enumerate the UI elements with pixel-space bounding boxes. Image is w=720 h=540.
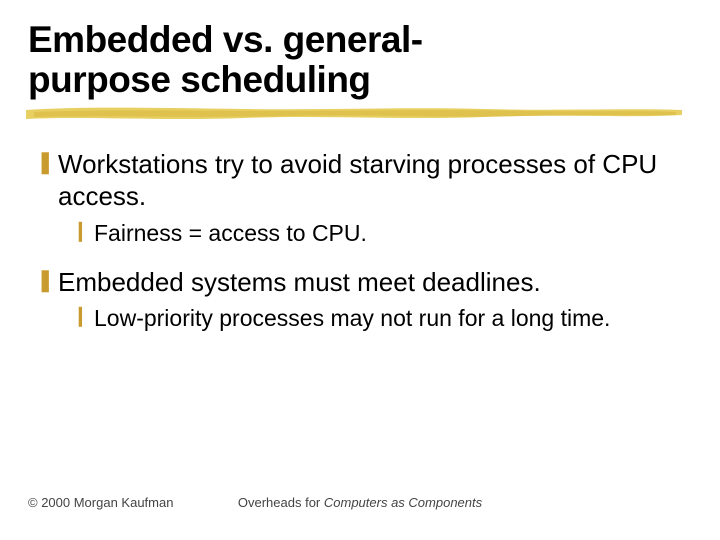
footer-center-prefix: Overheads for bbox=[238, 495, 324, 510]
title-line-2: purpose scheduling bbox=[28, 59, 371, 100]
bullet-mark-icon: ❚ bbox=[36, 148, 58, 176]
footer-center-italic: Computers as Components bbox=[324, 495, 482, 510]
bullet-level1: ❚ Embedded systems must meet deadlines. bbox=[36, 266, 692, 299]
bullet-text: Low-priority processes may not run for a… bbox=[94, 304, 610, 333]
bullet-mark-icon: ❚ bbox=[36, 266, 58, 294]
bullet-mark-icon: ❙ bbox=[72, 219, 94, 244]
footer-spacer bbox=[492, 495, 692, 512]
bullet-text: Workstations try to avoid starving proce… bbox=[58, 148, 672, 213]
bullet-mark-icon: ❙ bbox=[72, 304, 94, 329]
bullet-level2: ❙ Fairness = access to CPU. bbox=[72, 219, 692, 248]
bullet-level1: ❚ Workstations try to avoid starving pro… bbox=[36, 148, 692, 213]
bullet-text: Embedded systems must meet deadlines. bbox=[58, 266, 541, 299]
title-line-1: Embedded vs. general- bbox=[28, 19, 423, 60]
slide: Embedded vs. general- purpose scheduling… bbox=[0, 0, 720, 540]
content-area: ❚ Workstations try to avoid starving pro… bbox=[28, 148, 692, 333]
slide-title: Embedded vs. general- purpose scheduling bbox=[28, 20, 692, 100]
footer: © 2000 Morgan Kaufman Overheads for Comp… bbox=[28, 495, 692, 512]
copyright-text: © 2000 Morgan Kaufman bbox=[28, 495, 228, 512]
bullet-level2: ❙ Low-priority processes may not run for… bbox=[72, 304, 692, 333]
title-underline bbox=[28, 104, 692, 126]
brush-stroke-icon bbox=[24, 106, 684, 122]
footer-center: Overheads for Computers as Components bbox=[228, 495, 492, 512]
bullet-text: Fairness = access to CPU. bbox=[94, 219, 367, 248]
